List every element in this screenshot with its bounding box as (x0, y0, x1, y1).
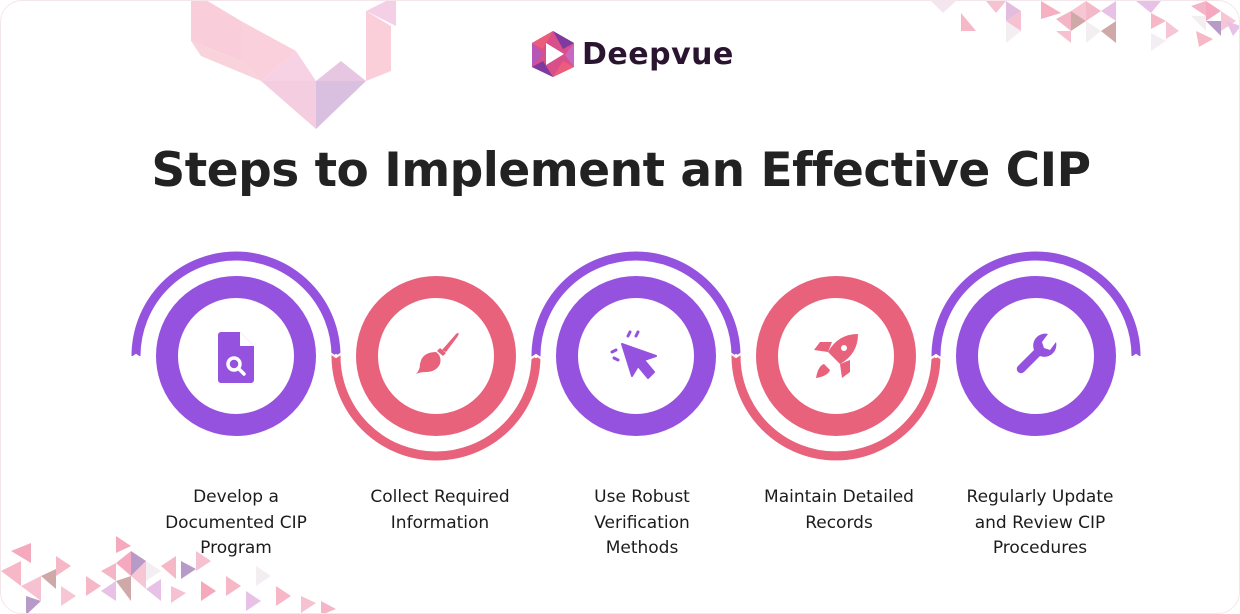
step-label: Collect Required Information (370, 487, 510, 533)
step-label: Maintain Detailed Records (764, 487, 914, 533)
step-1 (129, 251, 343, 436)
infographic-card: Deepvue Steps to Implement an Effective … (0, 0, 1240, 614)
step-label: Regularly Update and Review CIP Procedur… (966, 487, 1114, 558)
step-label: Develop a Documented CIP Program (165, 487, 307, 558)
step-5 (929, 251, 1143, 436)
step-2 (329, 276, 543, 461)
step-4 (729, 276, 943, 461)
step-3 (529, 251, 743, 436)
step-label: Use Robust Verification Methods (594, 487, 690, 558)
